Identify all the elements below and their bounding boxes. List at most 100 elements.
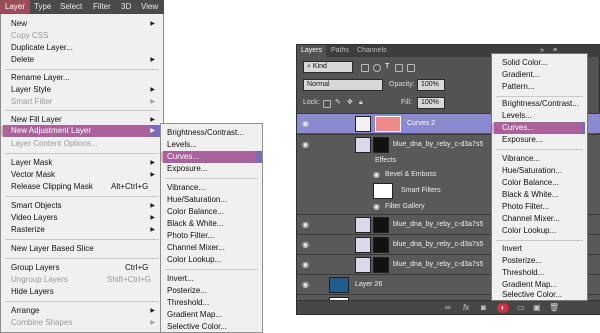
lock-transparency-icon[interactable] — [323, 100, 331, 108]
menu-item-group-layers[interactable]: Group Layers — [11, 263, 59, 273]
fill-field[interactable]: 100% — [417, 97, 445, 109]
menu-item-delete[interactable]: Delete — [11, 55, 34, 65]
menu-item-new-layer-based-slice[interactable]: New Layer Based Slice — [11, 244, 94, 254]
filter-type-icon[interactable]: T — [385, 61, 389, 73]
menu-item-new[interactable]: New — [11, 19, 27, 29]
submenu-arrow-icon: ▶ — [150, 128, 155, 134]
menu-item-layer-style[interactable]: Layer Style — [11, 85, 51, 95]
popup-item-gradient[interactable]: Gradient... — [502, 70, 539, 80]
popup-item-color-balance[interactable]: Color Balance... — [502, 178, 559, 188]
menu-item-combine-shapes: Combine Shapes — [11, 318, 73, 327]
menu-item-duplicate-layer[interactable]: Duplicate Layer... — [11, 43, 73, 53]
visibility-eye-icon[interactable]: ◉ — [302, 141, 309, 149]
menu-filter[interactable]: Filter — [93, 2, 111, 11]
add-mask-icon[interactable]: ◙ — [481, 303, 486, 313]
menu-item-vector-mask[interactable]: Vector Mask — [11, 170, 55, 180]
popup-item-curves[interactable]: Curves... — [502, 123, 534, 133]
submenu-item-levels[interactable]: Levels... — [167, 140, 197, 150]
layer-mask-thumbnail — [373, 137, 389, 153]
menu-item-hide-layers[interactable]: Hide Layers — [11, 287, 54, 297]
lock-all-icon[interactable]: 🔒︎ — [359, 97, 363, 109]
menu-item-layer-mask[interactable]: Layer Mask — [11, 158, 52, 168]
submenu-item-gradient-map[interactable]: Gradient Map... — [167, 310, 222, 320]
submenu-item-invert[interactable]: Invert... — [167, 274, 194, 284]
popup-item-levels[interactable]: Levels... — [502, 111, 532, 121]
visibility-eye-icon[interactable]: ◉ — [302, 281, 309, 289]
menu-item-rasterize[interactable]: Rasterize — [11, 225, 45, 235]
popup-item-gradient-map[interactable]: Gradient Map... — [502, 280, 557, 290]
popup-item-color-lookup[interactable]: Color Lookup... — [502, 226, 556, 236]
filter-kind-select[interactable]: ⌕ Kind — [303, 61, 353, 73]
submenu-item-posterize[interactable]: Posterize... — [167, 286, 207, 296]
menu-item-video-layers[interactable]: Video Layers — [11, 213, 58, 223]
menu-view[interactable]: View — [141, 2, 158, 11]
new-layer-icon[interactable]: ▣ — [533, 303, 541, 313]
menu-item-smart-filter: Smart Filter — [11, 97, 53, 106]
link-layers-icon[interactable]: ∞ — [445, 303, 451, 313]
visibility-eye-icon[interactable]: ◉ — [302, 120, 309, 128]
menu-select[interactable]: Select — [60, 2, 82, 11]
submenu-item-color-lookup[interactable]: Color Lookup... — [167, 255, 221, 265]
popup-item-brightness-contrast[interactable]: Brightness/Contrast... — [502, 99, 579, 109]
filter-adjustment-icon[interactable] — [373, 64, 381, 72]
menu-item-new-fill-layer[interactable]: New Fill Layer — [11, 115, 62, 125]
submenu-item-exposure[interactable]: Exposure... — [167, 164, 207, 174]
popup-item-pattern[interactable]: Pattern... — [502, 82, 534, 92]
submenu-item-hue-saturation[interactable]: Hue/Saturation... — [167, 195, 227, 205]
menu-item-smart-objects[interactable]: Smart Objects — [11, 201, 62, 211]
menu-type[interactable]: Type — [34, 2, 51, 11]
delete-layer-icon[interactable]: 🗑︎ — [549, 303, 559, 313]
filter-shape-icon[interactable] — [395, 64, 403, 72]
submenu-item-vibrance[interactable]: Vibrance... — [167, 183, 205, 193]
tab-layers[interactable]: Layers — [297, 45, 327, 57]
submenu-item-black-white[interactable]: Black & White... — [167, 219, 223, 229]
submenu-arrow-icon: ▶ — [150, 320, 155, 326]
popup-item-selective-color[interactable]: Selective Color... — [502, 290, 562, 300]
blend-mode-select[interactable]: Normal — [303, 79, 383, 91]
shortcut-ungroup-layers: Shift+Ctrl+G — [107, 275, 152, 284]
submenu-item-photo-filter[interactable]: Photo Filter... — [167, 231, 214, 241]
opacity-field[interactable]: 100% — [417, 79, 445, 91]
popup-item-black-white[interactable]: Black & White... — [502, 190, 558, 200]
filter-smart-object-icon[interactable] — [407, 64, 415, 72]
submenu-item-selective-color[interactable]: Selective Color... — [167, 322, 227, 332]
lock-position-icon[interactable]: ✥ — [347, 97, 353, 109]
submenu-item-channel-mixer[interactable]: Channel Mixer... — [167, 243, 225, 253]
menu-layer[interactable]: Layer — [5, 2, 25, 11]
visibility-eye-icon[interactable]: ◉ — [302, 261, 309, 269]
menu-3d[interactable]: 3D — [121, 2, 131, 11]
filter-gallery-label: Filter Gallery — [385, 203, 425, 210]
menu-item-release-clipping-mask[interactable]: Release Clipping Mask — [11, 182, 93, 192]
submenu-item-brightness-contrast[interactable]: Brightness/Contrast... — [167, 128, 244, 138]
layer-thumbnail — [355, 237, 371, 253]
bevel-label: Bevel & Emboss — [385, 171, 437, 178]
visibility-eye-icon[interactable]: ◉ — [302, 241, 309, 249]
menu-item-new-adjustment-layer[interactable]: New Adjustment Layer — [11, 126, 91, 136]
popup-item-photo-filter[interactable]: Photo Filter... — [502, 202, 549, 212]
submenu-item-color-balance[interactable]: Color Balance... — [167, 207, 224, 217]
submenu-item-threshold[interactable]: Threshold... — [167, 298, 209, 308]
lock-pixels-icon[interactable]: ✎ — [335, 97, 341, 109]
tab-channels[interactable]: Channels — [353, 45, 391, 57]
popup-item-exposure[interactable]: Exposure... — [502, 135, 542, 145]
popup-item-channel-mixer[interactable]: Channel Mixer... — [502, 214, 560, 224]
submenu-item-curves[interactable]: Curves... — [167, 152, 199, 162]
visibility-eye-icon[interactable]: ◉ — [302, 221, 309, 229]
popup-item-invert[interactable]: Invert — [502, 244, 522, 254]
visibility-eye-icon[interactable]: ◉ — [373, 203, 380, 211]
popup-item-vibrance[interactable]: Vibrance... — [502, 154, 540, 164]
new-adjustment-layer-icon[interactable]: ◐ — [497, 303, 509, 313]
visibility-eye-icon[interactable]: ◉ — [373, 171, 380, 179]
layer-thumbnail — [329, 277, 349, 293]
menu-item-arrange[interactable]: Arrange — [11, 306, 39, 316]
popup-item-posterize[interactable]: Posterize... — [502, 256, 542, 266]
popup-item-hue-saturation[interactable]: Hue/Saturation... — [502, 166, 562, 176]
filter-pixel-icon[interactable] — [361, 64, 369, 72]
popup-item-solid-color[interactable]: Solid Color... — [502, 58, 547, 68]
add-style-icon[interactable]: fx — [463, 303, 469, 313]
menu-item-rename-layer[interactable]: Rename Layer... — [11, 73, 70, 83]
tab-paths[interactable]: Paths — [327, 45, 353, 57]
submenu-arrow-icon: ▶ — [150, 203, 155, 209]
new-group-icon[interactable]: ▭ — [517, 303, 525, 313]
popup-item-threshold[interactable]: Threshold... — [502, 268, 544, 278]
